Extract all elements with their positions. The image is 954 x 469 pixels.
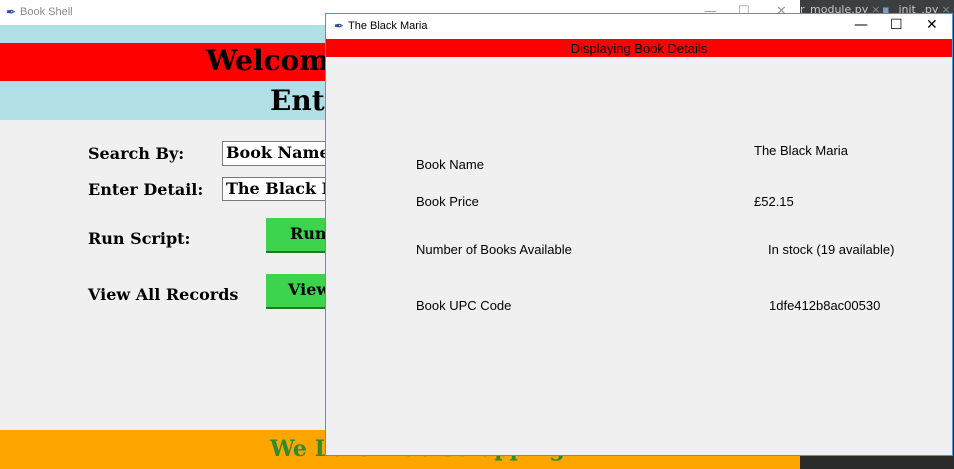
book-price-value: £52.15	[754, 194, 794, 209]
search-by-field[interactable]: Book Name	[222, 141, 332, 166]
minimize-button[interactable]: —	[854, 17, 868, 33]
search-by-label: Search By:	[88, 144, 185, 163]
feather-icon: ✒	[334, 19, 345, 33]
enter-detail-label: Enter Detail:	[88, 180, 204, 199]
popup-title: The Black Maria	[348, 20, 428, 32]
feather-icon: ✒	[6, 5, 17, 19]
book-price-label: Book Price	[416, 194, 479, 209]
details-header-text: Displaying Book Details	[570, 41, 708, 56]
popup-titlebar: ✒ The Black Maria — ☐ ✕	[326, 14, 952, 39]
close-button[interactable]: ✕	[926, 17, 938, 33]
enter-heading: Ent	[270, 84, 325, 117]
book-details-window: ✒ The Black Maria — ☐ ✕ Displaying Book …	[325, 13, 953, 456]
run-script-label: Run Script:	[88, 229, 191, 248]
book-name-value: The Black Maria	[754, 143, 848, 158]
main-window-title: Book Shell	[20, 6, 73, 18]
view-all-label: View All Records	[88, 285, 239, 304]
details-header: Displaying Book Details	[326, 39, 952, 57]
book-name-label: Book Name	[416, 157, 484, 172]
maximize-button[interactable]: ☐	[890, 17, 903, 33]
upc-label: Book UPC Code	[416, 298, 512, 313]
availability-label: Number of Books Available	[416, 242, 572, 257]
enter-detail-field[interactable]: The Black M	[222, 177, 332, 201]
availability-value: In stock (19 available)	[768, 242, 895, 257]
upc-value: 1dfe412b8ac00530	[769, 298, 881, 313]
